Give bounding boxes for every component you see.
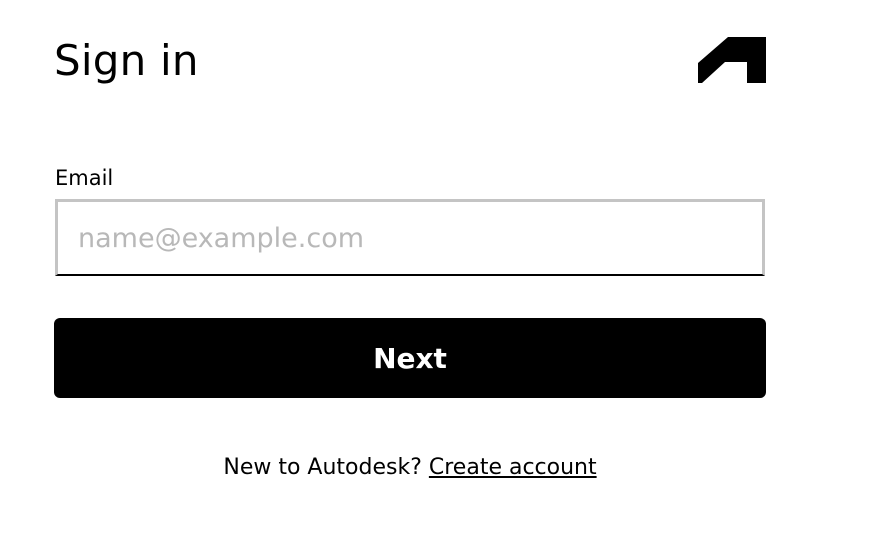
create-account-prompt: New to Autodesk? Create account [54, 452, 766, 484]
email-label: Email [55, 166, 114, 190]
autodesk-logo-icon [698, 37, 766, 83]
email-field[interactable] [55, 199, 765, 276]
page-title: Sign in [54, 36, 199, 85]
create-account-link[interactable]: Create account [429, 455, 597, 480]
next-button[interactable]: Next [54, 318, 766, 398]
sign-in-page: Sign in Email Next New to Autodesk? Crea… [0, 0, 876, 542]
new-to-autodesk-text: New to Autodesk? [223, 455, 422, 480]
